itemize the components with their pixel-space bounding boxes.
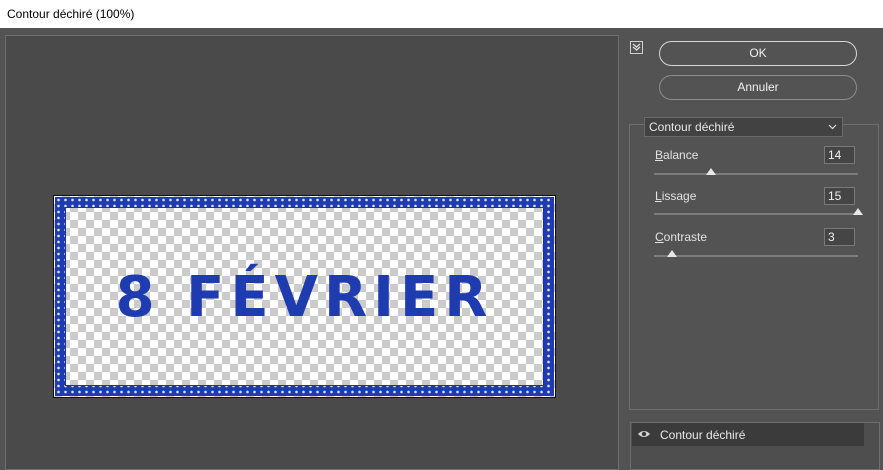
contraste-value-input[interactable]: 3 (824, 228, 855, 246)
ok-button[interactable]: OK (659, 41, 857, 66)
preview-document: 8 FÉVRIER (53, 195, 556, 398)
chevron-down-icon (828, 119, 837, 142)
window-title: Contour déchiré (100%) (0, 0, 883, 28)
lissage-slider-track[interactable] (654, 213, 858, 215)
eye-icon[interactable] (637, 428, 651, 440)
balance-slider-track[interactable] (654, 173, 858, 175)
balance-value-input[interactable]: 14 (824, 146, 855, 164)
contraste-label: Contraste (655, 230, 708, 244)
lissage-label: Lissage (655, 189, 697, 203)
contraste-slider-thumb[interactable] (667, 250, 678, 257)
filter-select[interactable]: Contour déchiré (644, 117, 843, 137)
collapse-gallery-icon[interactable] (630, 41, 643, 54)
effect-layer-name: Contour déchiré (660, 428, 746, 442)
filter-settings-group (629, 124, 879, 410)
contraste-slider-track[interactable] (654, 255, 858, 257)
filter-select-value: Contour déchiré (649, 120, 735, 134)
lissage-value-input[interactable]: 15 (824, 187, 855, 205)
preview-area[interactable]: 8 FÉVRIER (5, 35, 619, 470)
lissage-slider-thumb[interactable] (853, 208, 863, 215)
balance-slider-thumb[interactable] (706, 168, 717, 175)
stamp-text: 8 FÉVRIER (115, 265, 494, 330)
cancel-button[interactable]: Annuler (659, 75, 857, 100)
balance-label: Balance (655, 148, 699, 162)
